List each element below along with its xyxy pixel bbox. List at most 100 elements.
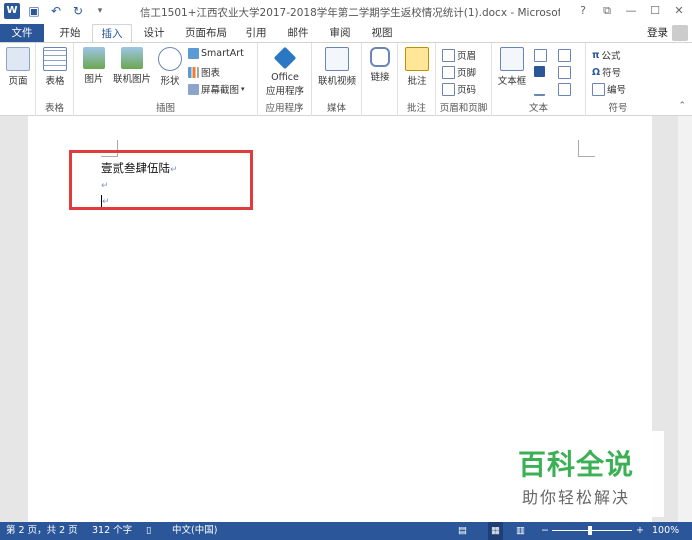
close-button[interactable]: ✕ (672, 3, 686, 19)
pages-icon (6, 47, 30, 71)
vertical-scrollbar[interactable] (678, 116, 692, 522)
tab-mailings[interactable]: 邮件 (282, 24, 314, 42)
tab-design[interactable]: 设计 (138, 24, 170, 42)
read-mode-icon[interactable]: ▤ (458, 522, 467, 540)
textbox-button[interactable]: 文本框 (496, 47, 528, 87)
text-group-label: 文本 (528, 103, 548, 114)
page-number-label: 页码 (457, 85, 477, 96)
online-video-button[interactable]: 联机视频 (315, 47, 359, 87)
online-picture-button[interactable]: 联机图片 (110, 47, 154, 85)
pi-icon: π (592, 49, 600, 61)
text-group: 文本框 文本 (492, 43, 586, 116)
shapes-label: 形状 (160, 76, 180, 87)
collapse-ribbon-icon[interactable]: ⌃ (678, 101, 686, 111)
link-label: 链接 (370, 72, 390, 83)
office-apps-label-2: 应用程序 (265, 86, 304, 97)
tab-page-layout[interactable]: 页面布局 (178, 24, 234, 42)
office-apps-icon (273, 46, 297, 70)
textbox-icon (500, 47, 524, 71)
screenshot-button[interactable]: 屏幕截图 ▾ (188, 82, 245, 96)
page-count[interactable]: 第 2 页，共 2 页 (6, 522, 78, 540)
chart-label: 图表 (201, 68, 221, 79)
header-label: 页眉 (457, 51, 477, 62)
redo-icon[interactable]: ↻ (70, 3, 86, 19)
quick-access-toolbar: W ▣ ↶ ↻ ▾ (4, 3, 108, 19)
media-group: 联机视频 媒体 (312, 43, 362, 116)
office-apps-button[interactable]: Office 应用程序 (261, 46, 309, 97)
illustrations-group: 图片 联机图片 形状 SmartArt 图表 屏幕截图 ▾ 插图 (74, 43, 258, 116)
watermark-title: 百科全说 (518, 448, 635, 481)
table-button[interactable]: 表格 (40, 47, 70, 87)
table-group-label: 表格 (44, 103, 64, 114)
picture-button[interactable]: 图片 (80, 47, 108, 85)
language[interactable]: 中文(中国) (172, 522, 217, 540)
wordart-icon[interactable] (534, 66, 545, 77)
watermark-subtitle: 助你轻松解决 (522, 488, 631, 507)
tab-references[interactable]: 引用 (240, 24, 272, 42)
picture-icon (83, 47, 105, 69)
tab-file[interactable]: 文件 (0, 24, 44, 42)
undo-icon[interactable]: ↶ (48, 3, 64, 19)
symbol-button[interactable]: Ω 符号 (592, 65, 622, 80)
print-layout-icon[interactable]: ▦ (488, 522, 503, 540)
zoom-out-button[interactable]: − (541, 522, 549, 540)
number-label: 编号 (607, 85, 627, 96)
tab-insert[interactable]: 插入 (92, 24, 132, 44)
login-link[interactable]: 登录 (647, 24, 668, 42)
comment-button[interactable]: 批注 (402, 47, 432, 87)
number-button[interactable]: 编号 (592, 82, 626, 96)
textbox-label: 文本框 (497, 76, 527, 87)
status-bar: 第 2 页，共 2 页 312 个字 ▯ 中文(中国) ▤ ▦ ▥ − + 10… (0, 522, 692, 540)
links-group: 链接 (362, 43, 398, 116)
tab-view[interactable]: 视图 (366, 24, 398, 42)
minimize-button[interactable]: — (624, 3, 638, 19)
signature-line-icon[interactable] (558, 49, 571, 62)
word-logo-icon: W (4, 3, 20, 19)
window-controls: ? ⧉ — ☐ ✕ (576, 3, 686, 19)
save-icon[interactable]: ▣ (26, 3, 42, 19)
equation-button[interactable]: π 公式 (592, 48, 621, 63)
tab-review[interactable]: 审阅 (324, 24, 356, 42)
margin-corner-top-right (578, 140, 595, 157)
shapes-button[interactable]: 形状 (156, 47, 184, 87)
zoom-slider-thumb[interactable] (588, 526, 592, 535)
table-group: 表格 表格 (36, 43, 74, 116)
customize-qat-icon[interactable]: ▾ (92, 3, 108, 19)
object-icon[interactable] (558, 83, 571, 96)
omega-icon: Ω (592, 66, 601, 78)
symbols-group-label: 符号 (608, 103, 628, 114)
comments-group-label: 批注 (406, 103, 426, 114)
date-time-icon[interactable] (558, 66, 571, 79)
picture-label: 图片 (84, 74, 104, 85)
proofing-icon[interactable]: ▯ (146, 522, 151, 540)
page-number-button[interactable]: 页码 (442, 82, 476, 96)
link-button[interactable]: 链接 (365, 47, 395, 83)
office-apps-label-1: Office (271, 72, 299, 83)
web-layout-icon[interactable]: ▥ (516, 522, 525, 540)
zoom-in-button[interactable]: + (636, 522, 644, 540)
footer-label: 页脚 (457, 68, 477, 79)
tab-home[interactable]: 开始 (52, 24, 88, 42)
number-icon (592, 82, 605, 96)
ribbon: 页面 表格 表格 图片 联机图片 形状 SmartArt 图表 屏幕截图 ▾ 插… (0, 42, 692, 116)
quick-parts-icon[interactable] (534, 49, 547, 62)
comment-icon (405, 47, 429, 71)
zoom-level[interactable]: 100% (652, 522, 679, 540)
pages-button[interactable]: 页面 (4, 47, 32, 87)
online-video-label: 联机视频 (317, 76, 356, 87)
chart-button[interactable]: 图表 (188, 65, 220, 79)
maximize-button[interactable]: ☐ (648, 3, 662, 19)
header-icon (442, 48, 455, 62)
smartart-button[interactable]: SmartArt (188, 48, 244, 59)
ribbon-display-button[interactable]: ⧉ (600, 3, 614, 19)
zoom-slider[interactable] (552, 530, 632, 531)
avatar[interactable] (672, 25, 688, 41)
symbol-label: 符号 (602, 68, 622, 79)
smartart-icon (188, 48, 199, 59)
drop-cap-icon[interactable] (534, 83, 545, 96)
comment-label: 批注 (407, 76, 427, 87)
header-button[interactable]: 页眉 (442, 48, 476, 62)
word-count[interactable]: 312 个字 (92, 522, 132, 540)
footer-button[interactable]: 页脚 (442, 65, 476, 79)
help-button[interactable]: ? (576, 3, 590, 19)
